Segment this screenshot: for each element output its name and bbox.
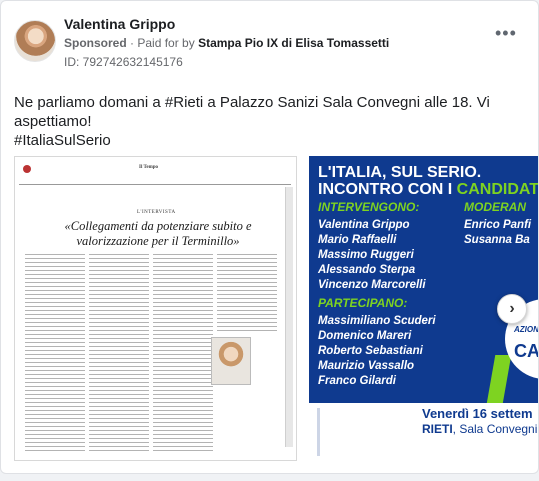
poster-fineprint	[317, 408, 320, 456]
newspaper-page-edge	[285, 187, 293, 447]
newspaper-logo-icon	[23, 165, 31, 173]
participant-name: Massimiliano Scuderi	[318, 315, 436, 327]
moderator-name: Enrico Panfi	[464, 219, 532, 231]
image-carousel[interactable]: Il Tempo L'INTERVISTA «Collegamenti da p…	[14, 156, 539, 461]
avatar[interactable]	[14, 20, 56, 62]
newspaper-photo	[211, 337, 251, 385]
moderator-name: Susanna Ba	[464, 234, 530, 246]
moderano-label: MODERAN	[464, 200, 526, 214]
party-logo-big-text: CAL	[514, 341, 539, 361]
newspaper-column	[89, 254, 149, 454]
speaker-name: Vincenzo Marcorelli	[318, 279, 426, 291]
participant-name: Domenico Mareri	[318, 330, 412, 342]
post-line-1: Ne parliamo domani a #Rieti a Palazzo Sa…	[14, 94, 490, 130]
intervengono-label: INTERVENGONO:	[318, 200, 420, 214]
event-place: RIETI, Sala Convegni Pa	[422, 422, 538, 436]
poster-title-highlight: CANDIDATI	[456, 181, 539, 198]
participant-name: Maurizio Vassallo	[318, 360, 415, 372]
event-venue: , Sala Convegni Pa	[452, 422, 538, 436]
speaker-name: Valentina Grippo	[318, 219, 410, 231]
poster-title: L'ITALIA, SUL SERIO. INCONTRO CON I CAND…	[318, 164, 539, 198]
newspaper-column	[217, 254, 277, 334]
participant-name: Franco Gilardi	[318, 375, 396, 387]
post-line-2: #ItaliaSulSerio	[14, 132, 111, 149]
ad-id: ID: 792742632145176	[64, 55, 183, 69]
newspaper-column	[153, 254, 213, 454]
newspaper-masthead: Il Tempo	[19, 163, 291, 185]
speaker-name: Mario Raffaelli	[318, 234, 397, 246]
sponsored-label: Sponsored	[64, 36, 127, 50]
carousel-slide-newspaper[interactable]: Il Tempo L'INTERVISTA «Collegamenti da p…	[14, 156, 297, 461]
newspaper-headline: «Collegamenti da potenziare subito e val…	[64, 219, 252, 248]
participant-name: Roberto Sebastiani	[318, 345, 423, 357]
party-logo-small-text: AZION	[514, 325, 539, 334]
newspaper-section: L'INTERVISTA	[137, 210, 176, 215]
poster-title-line-1: L'ITALIA, SUL SERIO.	[318, 164, 482, 181]
meta-separator: ·	[130, 36, 135, 50]
paid-for-entity: Stampa Pio IX di Elisa Tomassetti	[198, 36, 390, 50]
newspaper-title: Il Tempo	[139, 165, 159, 170]
carousel-next-button[interactable]: ›	[497, 294, 527, 324]
newspaper-column	[25, 254, 85, 454]
speaker-name: Alessando Sterpa	[318, 264, 416, 276]
event-date: Venerdì 16 settem	[422, 406, 533, 421]
poster-title-prefix: INCONTRO CON I	[318, 181, 457, 198]
speaker-name: Massimo Ruggeri	[318, 249, 414, 261]
ad-meta: Sponsored · Paid for by Stampa Pio IX di…	[64, 36, 389, 50]
paid-for-label: Paid for by	[137, 36, 195, 50]
advertiser-name[interactable]: Valentina Grippo	[64, 16, 175, 32]
event-city: RIETI	[422, 422, 453, 436]
poster-title-line-2: INCONTRO CON I CANDIDATI	[318, 181, 539, 198]
more-options-icon[interactable]: •••	[495, 24, 517, 42]
ad-card: Valentina Grippo Sponsored · Paid for by…	[0, 0, 539, 474]
chevron-right-icon: ›	[509, 300, 515, 317]
post-text: Ne parliamo domani a #Rieti a Palazzo Sa…	[14, 93, 524, 150]
partecipano-label: PARTECIPANO:	[318, 296, 408, 310]
